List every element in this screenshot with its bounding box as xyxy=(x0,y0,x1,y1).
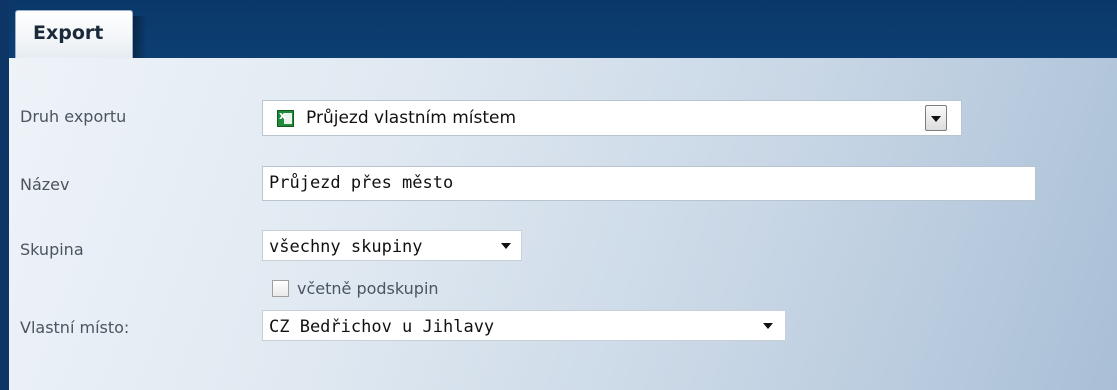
druh-exportu-value: Průjezd vlastním místem xyxy=(306,108,517,128)
druh-exportu-label: Druh exportu xyxy=(20,107,127,126)
left-border xyxy=(0,0,9,390)
export-window: Export Druh exportu Průjezd vlastním mís… xyxy=(0,0,1117,390)
vlastni-misto-value: CZ Bedřichov u Jihlavy xyxy=(269,317,495,337)
tab-strip xyxy=(9,0,1117,58)
tab-export[interactable]: Export xyxy=(15,10,133,60)
skupina-select[interactable]: všechny skupiny xyxy=(262,230,522,261)
skupina-label: Skupina xyxy=(20,240,84,259)
vlastni-misto-select[interactable]: CZ Bedřichov u Jihlavy xyxy=(262,310,786,341)
chevron-down-icon xyxy=(763,323,773,329)
tab-shadow xyxy=(133,16,147,58)
druh-exportu-select[interactable]: Průjezd vlastním místem xyxy=(262,100,962,136)
vcetne-podskupin-label: včetně podskupin xyxy=(297,279,439,298)
excel-icon xyxy=(277,109,294,127)
skupina-value: všechny skupiny xyxy=(269,237,423,257)
druh-exportu-dropdown-button[interactable] xyxy=(925,105,947,131)
vlastni-misto-label: Vlastní místo: xyxy=(20,318,130,337)
vcetne-podskupin-checkbox[interactable] xyxy=(272,280,289,297)
nazev-input[interactable]: Průjezd přes město xyxy=(262,166,1036,201)
chevron-down-icon xyxy=(931,116,941,122)
tab-export-label: Export xyxy=(33,22,104,44)
chevron-down-icon xyxy=(501,243,511,249)
nazev-label: Název xyxy=(20,175,70,194)
